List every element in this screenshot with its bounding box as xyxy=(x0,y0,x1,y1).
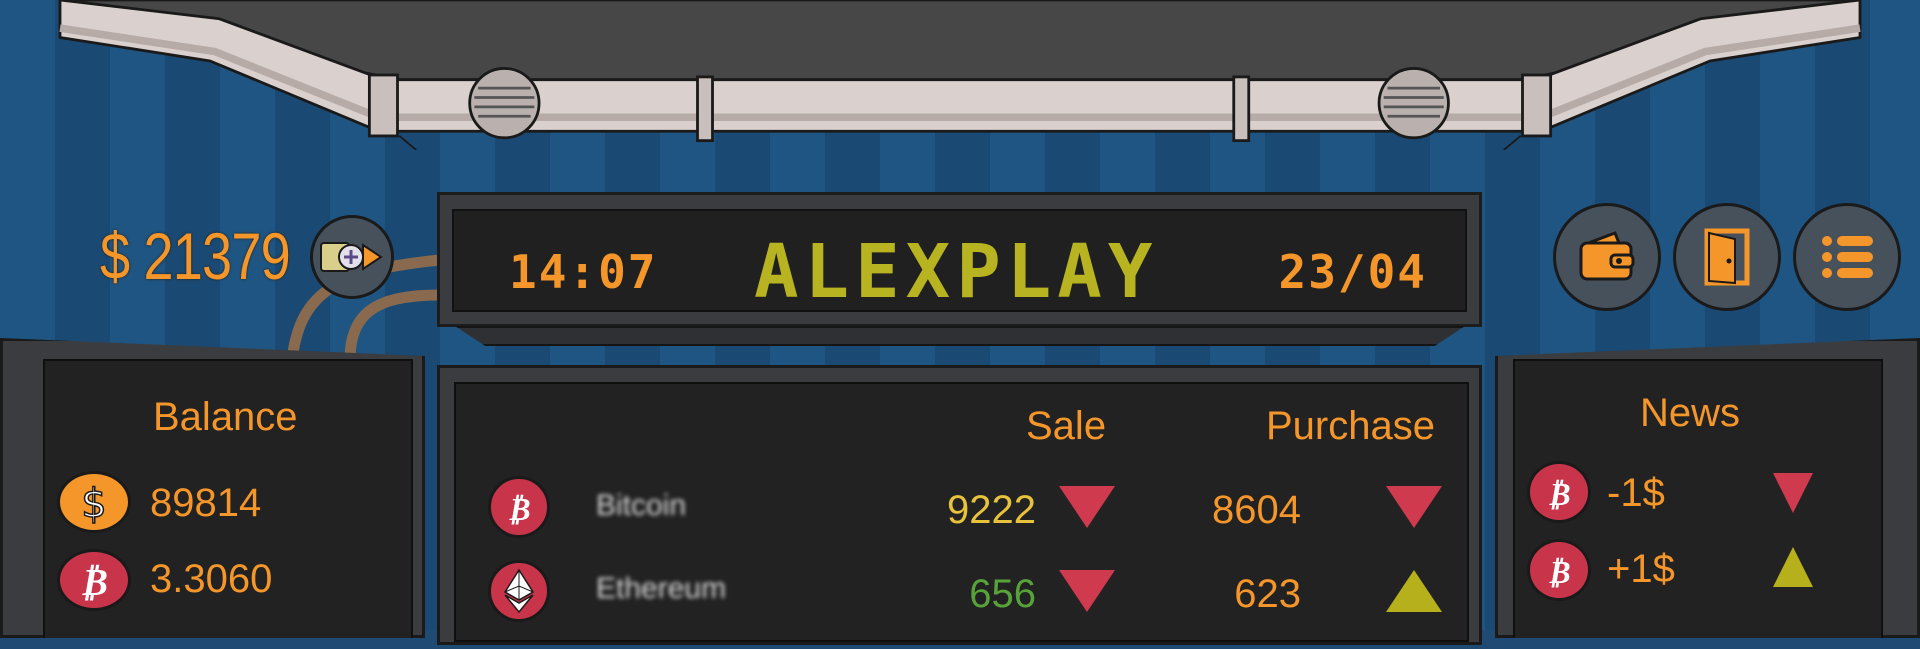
sale-header: Sale xyxy=(1026,404,1107,448)
coin-name: Ethereum xyxy=(596,572,727,605)
cash-exchange-icon xyxy=(320,242,383,272)
wallet-icon xyxy=(1579,231,1635,281)
wallet-button[interactable] xyxy=(1553,203,1661,311)
list-icon xyxy=(1822,236,1873,278)
trend-down-icon xyxy=(1773,473,1813,513)
player-name: ALEXPLAY xyxy=(754,229,1159,315)
trend-down-icon xyxy=(1059,570,1115,612)
news-title: News xyxy=(1640,391,1741,435)
news-panel: News ₿ -1$ ₿ +1$ xyxy=(1495,338,1920,638)
bitcoin-icon: ₿ xyxy=(488,476,550,538)
svg-text:₿: ₿ xyxy=(1547,477,1570,513)
market-panel: Sale Purchase ₿ Bitcoin 9222 8604 Ethere… xyxy=(437,365,1482,645)
dollar-coin-icon: $ xyxy=(57,471,131,533)
svg-text:₿: ₿ xyxy=(1547,555,1570,591)
news-text: -1$ xyxy=(1607,471,1665,515)
clock-date: 23/04 xyxy=(1278,245,1427,299)
clock-board: 14:07 ALEXPLAY 23/04 xyxy=(437,192,1482,327)
bitcoin-icon: ₿ xyxy=(57,549,131,611)
purchase-value: 623 xyxy=(1234,572,1301,616)
balance-title: Balance xyxy=(153,395,298,439)
sale-value: 656 xyxy=(969,572,1036,616)
bitcoin-icon: ₿ xyxy=(1527,539,1591,601)
svg-text:₿: ₿ xyxy=(80,560,108,604)
ethereum-icon xyxy=(488,560,550,622)
exchange-cash-button[interactable] xyxy=(310,215,394,299)
balance-panel: Balance $ 89814 ₿ 3.3060 xyxy=(0,338,425,638)
news-text: +1$ xyxy=(1607,547,1675,591)
coin-name: Bitcoin xyxy=(596,489,687,522)
bitcoin-icon: ₿ xyxy=(1527,461,1591,523)
door-icon xyxy=(1704,228,1750,286)
board-base xyxy=(455,326,1465,346)
ceiling-pipe xyxy=(58,0,1862,150)
svg-text:$: $ xyxy=(81,481,106,527)
menu-button[interactable] xyxy=(1793,203,1901,311)
money-amount: $ 21379 xyxy=(100,219,291,293)
purchase-header: Purchase xyxy=(1266,404,1435,448)
svg-text:₿: ₿ xyxy=(507,492,530,528)
sale-value: 9222 xyxy=(947,488,1036,532)
trend-up-icon xyxy=(1773,547,1813,587)
trend-down-icon xyxy=(1386,486,1442,528)
trend-down-icon xyxy=(1059,486,1115,528)
balance-usd-value: 89814 xyxy=(150,481,262,525)
clock-time: 14:07 xyxy=(509,245,658,299)
purchase-value: 8604 xyxy=(1212,488,1301,532)
exit-door-button[interactable] xyxy=(1673,203,1781,311)
trend-up-icon xyxy=(1386,570,1442,612)
balance-btc-value: 3.3060 xyxy=(150,557,273,601)
